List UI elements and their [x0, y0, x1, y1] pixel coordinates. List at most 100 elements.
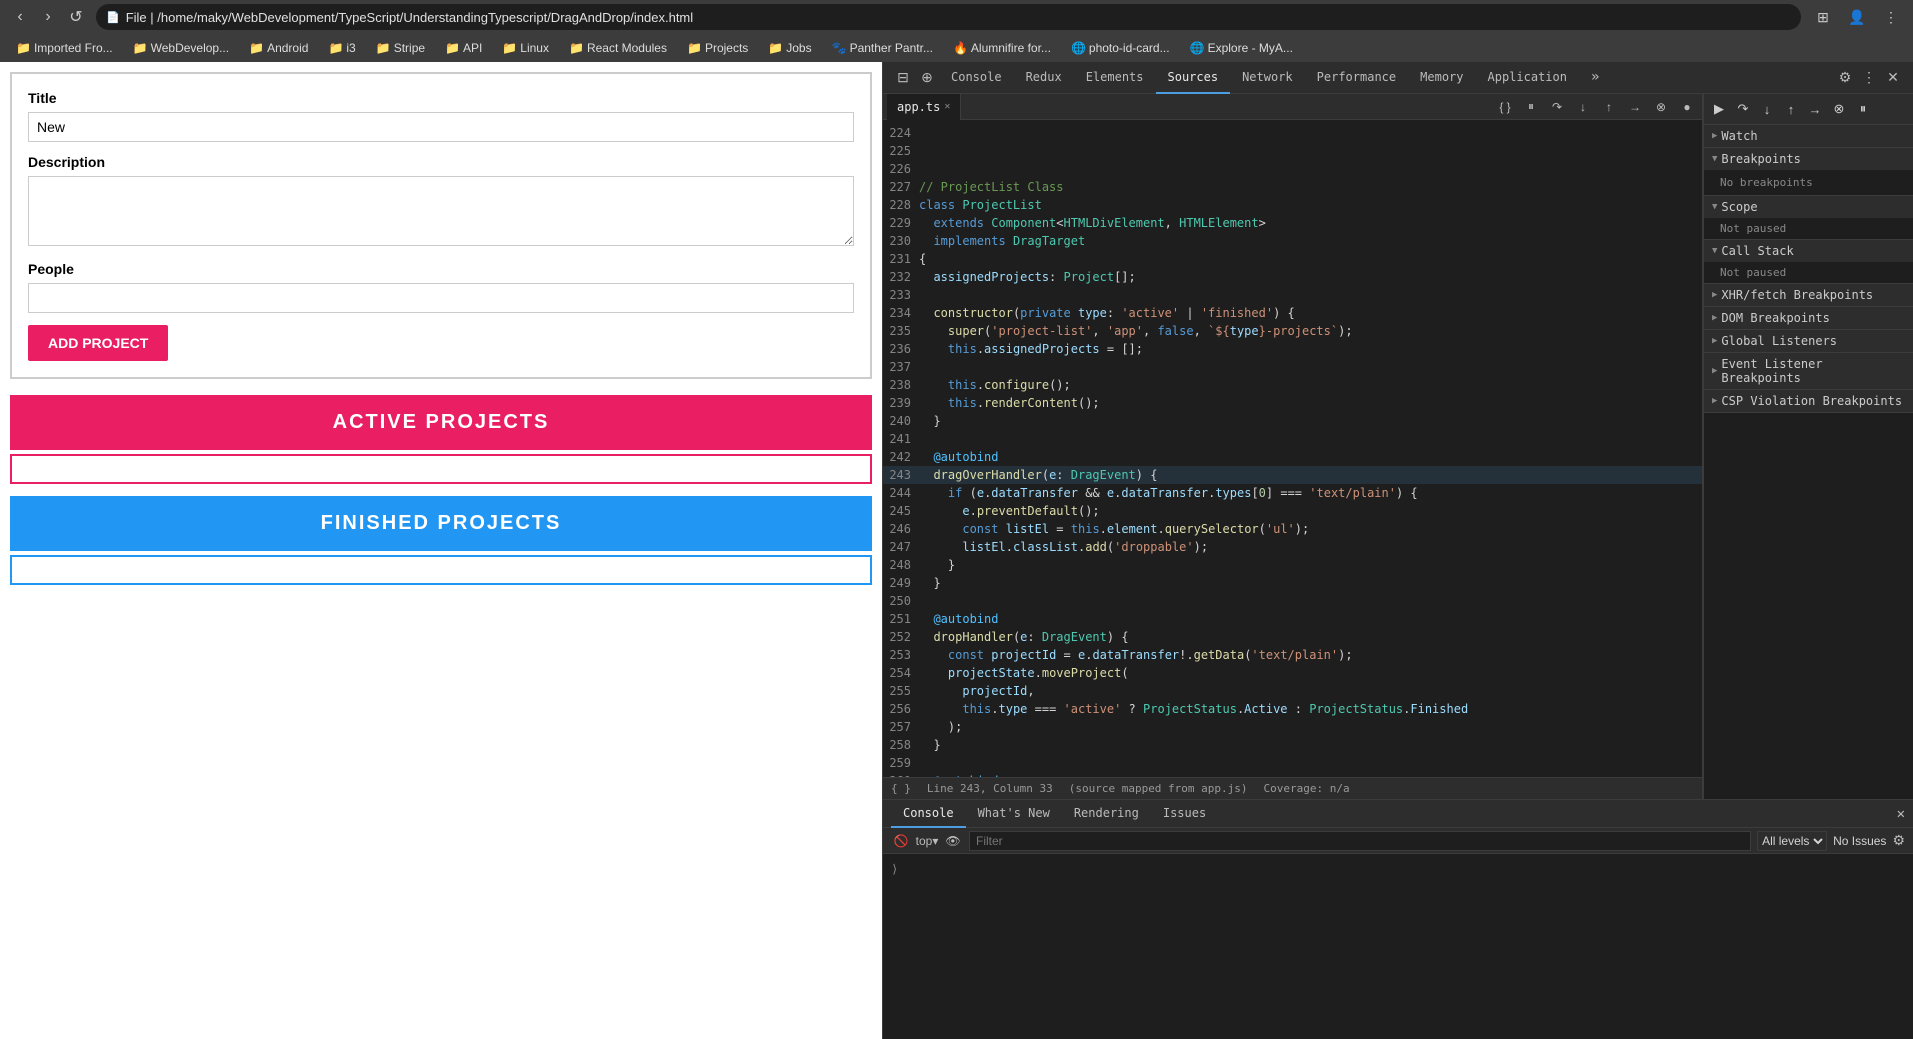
devtools-settings-btn[interactable]: ⚙	[1833, 66, 1857, 90]
tab-memory[interactable]: Memory	[1408, 62, 1475, 94]
dom-label: DOM Breakpoints	[1721, 311, 1829, 325]
xhr-section: ▶ XHR/fetch Breakpoints	[1704, 284, 1913, 307]
console-close-icon[interactable]: ✕	[1897, 806, 1905, 822]
bookmark-projects[interactable]: 📁 Projects	[679, 39, 756, 57]
profile-button[interactable]: 👤	[1843, 3, 1871, 31]
code-line: 256 this.type === 'active' ? ProjectStat…	[883, 700, 1702, 718]
devtools-close-btn[interactable]: ✕	[1881, 66, 1905, 90]
bookmark-panther[interactable]: 🐾 Panther Pantr...	[824, 39, 941, 57]
description-textarea[interactable]	[28, 176, 854, 246]
console-tab-console[interactable]: Console	[891, 800, 966, 828]
add-project-button[interactable]: ADD PROJECT	[28, 325, 168, 361]
tab-network[interactable]: Network	[1230, 62, 1305, 94]
forward-button[interactable]: ›	[36, 5, 60, 29]
address-bar-input[interactable]	[126, 10, 1791, 25]
bookmark-api[interactable]: 📁 API	[437, 39, 490, 57]
people-input[interactable]	[28, 283, 854, 313]
code-line: 226	[883, 160, 1702, 178]
devtools-more-options-btn[interactable]: ⋮	[1857, 66, 1881, 90]
tab-console[interactable]: Console	[939, 62, 1014, 94]
file-tab-actions: { } ⏸ ↷ ↓ ↑ → ⊗ ●	[1494, 96, 1698, 118]
dom-section-header[interactable]: ▶ DOM Breakpoints	[1704, 307, 1913, 329]
line-num: 255	[883, 682, 919, 700]
extensions-button[interactable]: ⊞	[1809, 3, 1837, 31]
event-section-header[interactable]: ▶ Event Listener Breakpoints	[1704, 353, 1913, 389]
pretty-print-btn[interactable]: { }	[1494, 96, 1516, 118]
step-out-sidebar-btn[interactable]: ↑	[1780, 98, 1802, 120]
breakpoints-section-header[interactable]: ▼ Breakpoints	[1704, 148, 1913, 170]
line-num: 247	[883, 538, 919, 556]
step-into-sidebar-btn[interactable]: ↓	[1756, 98, 1778, 120]
browser-actions: ⊞ 👤 ⋮	[1809, 3, 1905, 31]
step-over-sidebar-btn[interactable]: ↷	[1732, 98, 1754, 120]
deactivate-sidebar-btn[interactable]: ⊗	[1828, 98, 1850, 120]
step-into-btn[interactable]: ↓	[1572, 96, 1594, 118]
csp-section-header[interactable]: ▶ CSP Violation Breakpoints	[1704, 390, 1913, 412]
step-out-btn[interactable]: ↑	[1598, 96, 1620, 118]
title-input[interactable]	[28, 112, 854, 142]
console-top-btn[interactable]: top ▾	[917, 831, 937, 851]
bookmark-react[interactable]: 📁 React Modules	[561, 39, 675, 57]
devtools-dock-btn[interactable]: ⊟	[891, 66, 915, 90]
deactivate-btn[interactable]: ⊗	[1650, 96, 1672, 118]
bookmark-android[interactable]: 📁 Android	[241, 39, 316, 57]
breakpoints-label: Breakpoints	[1721, 152, 1800, 166]
xhr-section-header[interactable]: ▶ XHR/fetch Breakpoints	[1704, 284, 1913, 306]
devtools-curly-icon[interactable]: { }	[891, 782, 911, 795]
bookmark-explore[interactable]: 🌐 Explore - MyA...	[1182, 39, 1301, 57]
global-section-header[interactable]: ▶ Global Listeners	[1704, 330, 1913, 352]
call-stack-label: Call Stack	[1721, 244, 1793, 258]
code-line: 259	[883, 754, 1702, 772]
code-line: 258 }	[883, 736, 1702, 754]
step-btn[interactable]: →	[1624, 96, 1646, 118]
bookmark-stripe[interactable]: 📁 Stripe	[368, 39, 433, 57]
code-editor: 224 225 226 227 // ProjectList Class	[883, 120, 1702, 777]
bookmark-photo[interactable]: 🌐 photo-id-card...	[1063, 39, 1178, 57]
global-section: ▶ Global Listeners	[1704, 330, 1913, 353]
breakpoints-btn[interactable]: ●	[1676, 96, 1698, 118]
tab-sources[interactable]: Sources	[1156, 62, 1231, 94]
step-sidebar-btn[interactable]: →	[1804, 98, 1826, 120]
bookmark-alumni[interactable]: 🔥 Alumnifire for...	[945, 39, 1059, 57]
bookmark-webdev[interactable]: 📁 WebDevelop...	[125, 39, 237, 57]
web-page: Title Description People ADD PROJECT ACT…	[0, 62, 882, 1039]
scope-section-header[interactable]: ▼ Scope	[1704, 196, 1913, 218]
console-input[interactable]	[902, 862, 1905, 876]
file-tab-close-icon[interactable]: ✕	[944, 101, 950, 112]
settings-button[interactable]: ⋮	[1877, 3, 1905, 31]
console-tab-whats-new[interactable]: What's New	[966, 800, 1062, 828]
bookmark-imported[interactable]: 📁 Imported Fro...	[8, 39, 121, 57]
xhr-chevron-icon: ▶	[1712, 290, 1717, 300]
devtools-inspect-btn[interactable]: ⊕	[915, 66, 939, 90]
console-level-select[interactable]: All levels	[1757, 831, 1827, 851]
console-tab-rendering[interactable]: Rendering	[1062, 800, 1151, 828]
reload-button[interactable]: ↺	[64, 5, 88, 29]
no-issues-btn[interactable]: No Issues	[1833, 834, 1886, 848]
console-filter-input[interactable]	[969, 831, 1751, 851]
tab-more[interactable]: »	[1579, 62, 1611, 94]
tab-redux[interactable]: Redux	[1014, 62, 1074, 94]
console-settings-btn[interactable]: ⚙	[1892, 832, 1905, 849]
code-line: 253 const projectId = e.dataTransfer!.ge…	[883, 646, 1702, 664]
bookmark-jobs[interactable]: 📁 Jobs	[760, 39, 819, 57]
finished-projects-list	[10, 555, 872, 585]
pause-on-exceptions-btn[interactable]: ⏸	[1852, 98, 1874, 120]
bookmark-i3[interactable]: 📁 i3	[320, 39, 363, 57]
tab-elements[interactable]: Elements	[1074, 62, 1156, 94]
watch-section-header[interactable]: ▶ Watch	[1704, 125, 1913, 147]
code-line: 245 e.preventDefault();	[883, 502, 1702, 520]
resume-btn[interactable]: ▶	[1708, 98, 1730, 120]
bookmark-linux[interactable]: 📁 Linux	[494, 39, 557, 57]
step-over-btn[interactable]: ↷	[1546, 96, 1568, 118]
call-stack-section-header[interactable]: ▼ Call Stack	[1704, 240, 1913, 262]
console-tab-issues[interactable]: Issues	[1151, 800, 1218, 828]
dom-chevron-icon: ▶	[1712, 313, 1717, 323]
tab-application[interactable]: Application	[1476, 62, 1579, 94]
status-source-map: (source mapped from app.js)	[1069, 782, 1248, 795]
file-tab-app-ts[interactable]: app.ts ✕	[887, 94, 961, 120]
tab-performance[interactable]: Performance	[1305, 62, 1408, 94]
back-button[interactable]: ‹	[8, 5, 32, 29]
pause-btn[interactable]: ⏸	[1520, 96, 1542, 118]
console-eye-btn[interactable]: 👁	[943, 831, 963, 851]
console-clear-btn[interactable]: 🚫	[891, 831, 911, 851]
